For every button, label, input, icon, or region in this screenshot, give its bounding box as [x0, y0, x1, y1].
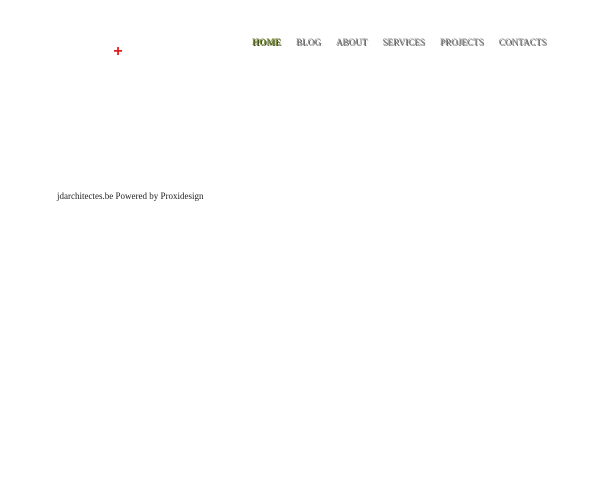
- nav-item-blog[interactable]: BLOG: [296, 35, 321, 49]
- nav-item-home[interactable]: HOME: [252, 35, 281, 49]
- footer-credit: jdarchitectes.be Powered by Proxidesign: [57, 191, 204, 201]
- page: + HOME BLOG ABOUT SERVICES PROJECTS CONT…: [0, 0, 600, 482]
- main-nav: HOME BLOG ABOUT SERVICES PROJECTS CONTAC…: [252, 35, 546, 49]
- nav-item-contacts[interactable]: CONTACTS: [499, 35, 547, 49]
- nav-item-projects[interactable]: PROJECTS: [440, 35, 484, 49]
- logo-plus-icon[interactable]: +: [111, 43, 125, 61]
- nav-item-about[interactable]: ABOUT: [336, 35, 368, 49]
- nav-item-services[interactable]: SERVICES: [382, 35, 425, 49]
